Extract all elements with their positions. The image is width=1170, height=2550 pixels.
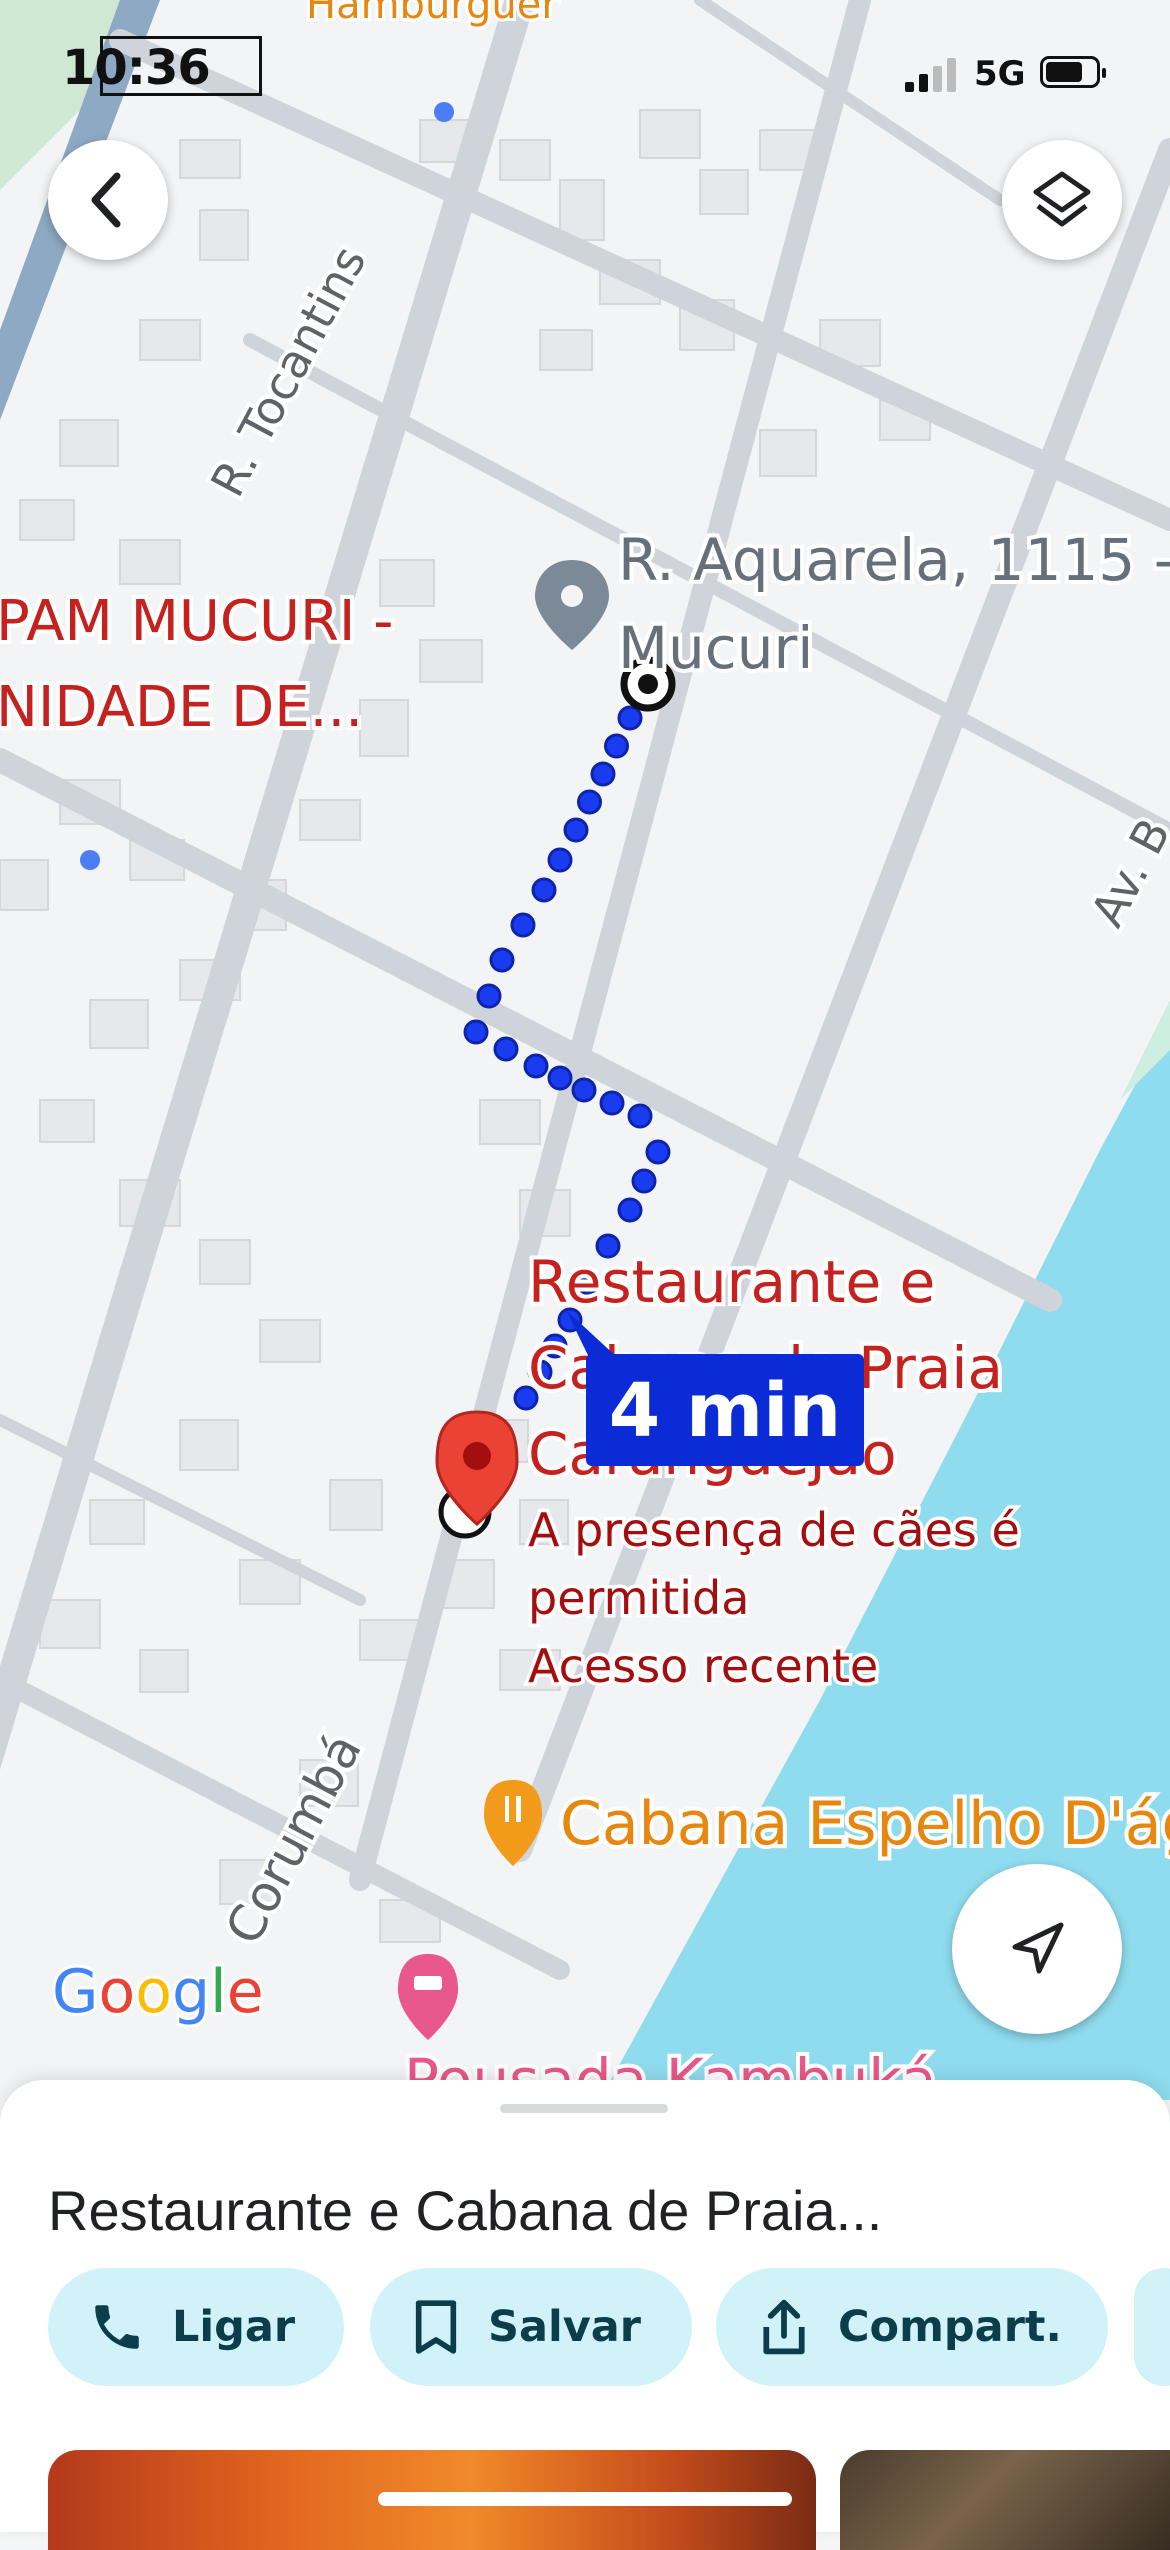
layers-icon (1033, 171, 1091, 227)
eta-text: 4 min (609, 1368, 841, 1454)
signal-icon (905, 58, 960, 92)
place-photo-2[interactable] (840, 2450, 1170, 2550)
route-dot (571, 1077, 597, 1103)
route-dot (590, 761, 616, 787)
phone-icon (95, 2305, 139, 2349)
route-dot (577, 789, 602, 815)
route-dot (627, 1103, 653, 1129)
restaurant-detail-recent: Acesso recente (528, 1639, 878, 1693)
home-indicator[interactable] (378, 2492, 792, 2506)
route-dot (523, 1053, 549, 1079)
layers-button[interactable] (1002, 140, 1122, 260)
address-label-line1: R. Aquarela, 1115 - (618, 526, 1170, 594)
call-button-label: Ligar (172, 2302, 296, 2352)
map-canvas[interactable]: R. Tocantins Corumbá Av. B Hamburguer R.… (0, 0, 1170, 2100)
place-bottom-sheet[interactable]: Restaurante e Cabana de Praia... Ligar S… (0, 2080, 1170, 2550)
route-dot (547, 847, 573, 873)
share-icon (763, 2299, 805, 2355)
status-bar: 10:36 5G (0, 0, 1170, 150)
route-dot (493, 1036, 519, 1062)
route-dot (631, 1168, 657, 1194)
share-button-label: Compart. (838, 2302, 1062, 2352)
poi-cabana-label[interactable]: Cabana Espelho D'água (556, 1785, 1170, 1863)
address-label-line2: Mucuri (618, 614, 813, 682)
save-button[interactable]: Salvar (370, 2268, 692, 2386)
call-button[interactable]: Ligar (48, 2268, 344, 2386)
poi-pam-label-line1: PAM MUCURI - (0, 589, 393, 654)
restaurant-detail-dogs: A presença de cães é (528, 1503, 1020, 1557)
bookmark-icon (415, 2300, 457, 2354)
more-actions-chip[interactable] (1134, 2268, 1170, 2386)
route-dot (476, 983, 502, 1009)
route-dot (510, 912, 536, 938)
place-title[interactable]: Restaurante e Cabana de Praia... (48, 2178, 882, 2243)
route-dot (645, 1139, 671, 1165)
route-dot (617, 705, 643, 731)
poi-pam-label-line2: NIDADE DE... (0, 675, 363, 740)
navigation-arrow-icon (1012, 1922, 1064, 1974)
battery-icon (1040, 56, 1106, 88)
restaurant-label-line1[interactable]: Restaurante e (524, 1244, 939, 1320)
save-button-label: Salvar (488, 2302, 641, 2352)
route-dot (547, 1065, 573, 1091)
status-time: 10:36 (62, 40, 211, 96)
route-dot (599, 1090, 625, 1116)
share-button[interactable]: Compart. (716, 2268, 1108, 2386)
sheet-drag-handle[interactable] (500, 2104, 668, 2113)
route-dot (604, 733, 629, 759)
svg-text:Google: Google (52, 1957, 264, 2027)
route-dot (617, 1197, 643, 1223)
route-dot (563, 817, 589, 843)
network-type: 5G (974, 54, 1026, 94)
back-button[interactable] (48, 140, 168, 260)
route-dot (463, 1019, 489, 1045)
route-dot (531, 877, 557, 903)
chevron-left-icon (91, 172, 121, 228)
google-attribution: Google (49, 1954, 267, 2030)
route-dot (489, 947, 515, 973)
restaurant-detail-permitted: permitida (528, 1571, 749, 1625)
locate-me-button[interactable] (952, 1864, 1122, 2034)
